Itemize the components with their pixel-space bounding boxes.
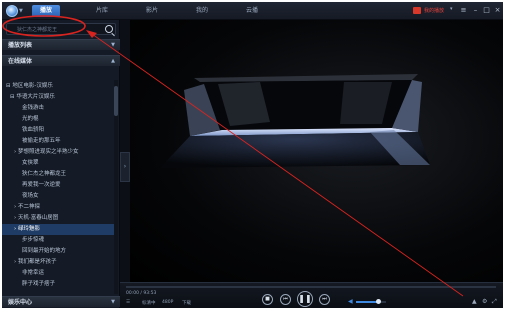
tab-movies[interactable]: 影片 [138, 5, 166, 17]
volume-icon[interactable]: ◀ [348, 298, 353, 305]
list-item[interactable]: 狄仁杰之神都龙王 [2, 169, 114, 180]
scrollbar-thumb[interactable] [114, 86, 118, 116]
resolution-label[interactable]: 480P [162, 300, 173, 305]
previous-icon[interactable]: ⏮ [280, 294, 291, 305]
list-item[interactable]: 夜场女 [2, 191, 114, 202]
media-list: ⊟ 地区电影-汉娱乐 ⊟ 华语大片汉娱乐 金钱游击 光的棍 铁血骄阳 被偷走的那五年 › 梦… [2, 80, 114, 294]
video-frame-image [160, 74, 430, 168]
list-item[interactable]: 再爱我一次逆爱 [2, 180, 114, 191]
list-item[interactable]: › 绿玲魅影 [2, 224, 114, 235]
search-icon[interactable] [105, 25, 113, 33]
user-name[interactable]: 我的播放 [424, 7, 444, 14]
chevron-down-icon: ▼ [111, 299, 115, 305]
settings-icon[interactable]: ⚙ [482, 298, 487, 305]
menu-icon[interactable]: ≡ [458, 5, 469, 16]
list-item[interactable]: 光的棍 [2, 114, 114, 125]
list-item[interactable]: 回到最开始的地方 [2, 246, 114, 257]
volume-knob[interactable] [376, 299, 381, 304]
sidebar: 狄仁杰之神都龙王 播放列表 ▼ 在线媒体 ▲ ⊟ 地区电影-汉娱乐 ⊟ 华语大片汉… [2, 20, 120, 308]
list-item[interactable]: 步步惊魂 [2, 235, 114, 246]
list-item[interactable]: 铁血骄阳 [2, 125, 114, 136]
entertainment-header[interactable]: 娱乐中心 ▼ [2, 296, 120, 307]
user-menu-caret-icon[interactable]: ▾ [450, 6, 453, 12]
entertainment-header-label: 娱乐中心 [8, 299, 33, 306]
list-item[interactable]: 女侠翠 [2, 158, 114, 169]
chevron-down-icon: ▼ [111, 42, 115, 48]
next-icon[interactable]: ⏭ [319, 294, 330, 305]
playlist-header-label: 播放列表 [8, 42, 33, 49]
pause-icon[interactable]: ❚❚ [297, 291, 313, 307]
time-display: 00:00 / 93:53 [126, 291, 157, 296]
quality-label[interactable]: 标清中 [142, 300, 156, 306]
search-placeholder: 狄仁杰之神都龙王 [17, 27, 58, 33]
list-item[interactable]: › 不二神探 [2, 202, 114, 213]
player-logo-icon[interactable] [6, 5, 18, 17]
tab-library[interactable]: 片库 [88, 5, 116, 17]
time-total: 93:53 [143, 291, 157, 296]
video-area[interactable] [130, 20, 503, 282]
list-item[interactable]: 胖子戏子痞子 [2, 279, 114, 290]
stop-icon[interactable]: ■ [262, 294, 273, 305]
maximize-icon[interactable]: □ [481, 5, 492, 16]
minimize-icon[interactable]: – [470, 5, 481, 16]
chevron-up-icon: ▲ [111, 58, 115, 64]
list-item[interactable]: › 我们都是坏孩子 [2, 257, 114, 268]
list-item[interactable]: ⊟ 地区电影-汉娱乐 [2, 81, 114, 92]
chevron-down-icon[interactable]: ▼ [19, 8, 23, 14]
playback-controls: 00:00 / 93:53 ☰ 标清中 480P 下载 ■ ⏮ ❚❚ ⏭ ◀ ▲… [120, 282, 503, 308]
user-avatar-icon[interactable] [413, 7, 421, 14]
progress-bar[interactable] [126, 286, 496, 288]
close-icon[interactable]: × [492, 5, 503, 16]
online-media-header[interactable]: 在线媒体 ▲ [2, 55, 120, 66]
triangle-icon[interactable]: ▲ [472, 298, 477, 305]
player-window: ▼ 播放 片库 影片 我的 云播 我的播放 ▾ ≡ – □ × 狄仁杰之神都龙王… [2, 2, 503, 308]
tab-mine[interactable]: 我的 [188, 5, 216, 17]
list-item[interactable]: 非常幸运 [2, 268, 114, 279]
chevron-right-icon[interactable]: › [120, 152, 130, 182]
tab-cloud[interactable]: 云播 [238, 5, 266, 17]
list-item[interactable]: ⊟ 华语大片汉娱乐 [2, 92, 114, 103]
fullscreen-icon[interactable]: ⤢ [492, 298, 497, 306]
volume-slider[interactable] [356, 299, 386, 304]
sidebar-scrollbar[interactable] [114, 80, 118, 294]
title-bar: ▼ 播放 片库 影片 我的 云播 我的播放 ▾ ≡ – □ × [2, 2, 503, 20]
time-current: 00:00 [126, 291, 139, 296]
download-label[interactable]: 下载 [182, 300, 191, 306]
list-item[interactable]: › 天机·富春山居图 [2, 213, 114, 224]
list-item[interactable]: 金钱游击 [2, 103, 114, 114]
list-item[interactable]: › 梦想照进现实之半熟少女 [2, 147, 114, 158]
tab-play[interactable]: 播放 [32, 5, 60, 17]
online-media-header-label: 在线媒体 [8, 58, 33, 65]
search-input[interactable]: 狄仁杰之神都龙王 [6, 23, 116, 35]
playlist-icon[interactable]: ☰ [126, 300, 130, 305]
list-item[interactable]: 被偷走的那五年 [2, 136, 114, 147]
playlist-header[interactable]: 播放列表 ▼ [2, 39, 120, 50]
